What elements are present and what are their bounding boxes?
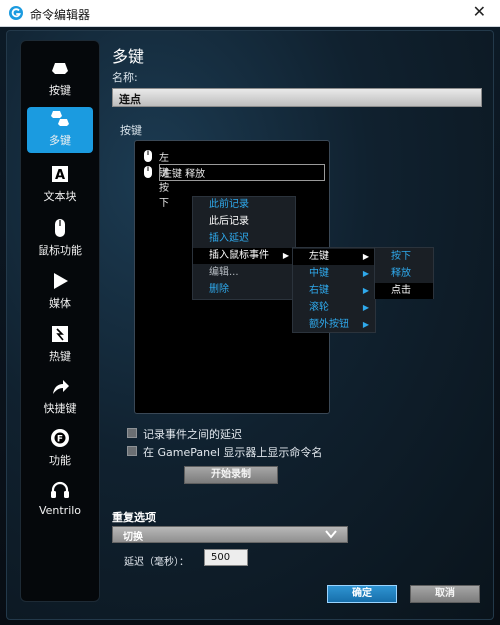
name-label: 名称: — [112, 71, 138, 84]
menu-item-label: 插入鼠标事件 — [209, 250, 269, 261]
sidebar-item-shortcut[interactable]: 快捷键 — [27, 375, 93, 421]
menu-item-label: 中键 — [309, 268, 329, 279]
play-icon — [54, 273, 68, 289]
submenu-arrow-icon: ▶ — [362, 286, 369, 295]
sidebar-item-label: Ventrilo — [38, 504, 82, 517]
menu-item-label: 右键 — [309, 285, 329, 296]
menu-item-middle-button[interactable]: 中键 ▶ — [293, 266, 375, 282]
menu-item-label: 释放 — [391, 268, 411, 279]
left-button-submenu: 按下 释放 点击 — [374, 247, 434, 299]
sidebar: 按键 多键 A 文本块 鼠标功能 媒体 热键 快捷键 F 功能 Ventrilo — [20, 40, 100, 602]
record-delay-label: 记录事件之间的延迟 — [143, 428, 242, 441]
menu-item-right-button[interactable]: 右键 ▶ — [293, 283, 375, 299]
event-label: 左键 释放 — [159, 164, 325, 181]
repeat-mode-select[interactable]: 切换 — [112, 526, 348, 543]
menu-item-label: 此后记录 — [209, 216, 249, 227]
ok-button[interactable]: 确定 — [327, 585, 397, 603]
hotkey-icon — [52, 326, 68, 342]
submenu-arrow-icon: ▶ — [362, 320, 369, 329]
keys-label: 按键 — [120, 124, 142, 137]
menu-item-label: 此前记录 — [209, 199, 249, 210]
sidebar-item-ventrilo[interactable]: Ventrilo — [27, 479, 93, 525]
function-gear-icon: F — [51, 429, 69, 447]
text-block-icon: A — [52, 166, 68, 183]
name-input[interactable]: 连点 — [112, 88, 482, 107]
context-menu: 此前记录 此后记录 插入延迟 插入鼠标事件 ▶ 编辑... 删除 — [192, 196, 296, 300]
multi-key-icon — [51, 111, 69, 126]
sidebar-item-label: 文本块 — [43, 190, 77, 203]
menu-item-label: 编辑... — [209, 267, 239, 278]
menu-item-label: 按下 — [391, 251, 411, 262]
headset-icon — [51, 481, 69, 498]
sidebar-item-hotkey[interactable]: 热键 — [27, 323, 93, 369]
sidebar-item-mouse[interactable]: 鼠标功能 — [27, 217, 93, 263]
menu-item-record-after[interactable]: 此后记录 — [193, 214, 295, 230]
record-delay-checkbox[interactable] — [127, 428, 137, 438]
chevron-down-icon — [325, 530, 337, 539]
menu-item-extra-buttons[interactable]: 额外按钮 ▶ — [293, 317, 375, 333]
menu-item-label: 插入延迟 — [209, 233, 249, 244]
sidebar-item-media[interactable]: 媒体 — [27, 270, 93, 316]
sidebar-item-label: 多键 — [49, 134, 71, 147]
menu-item-label: 左键 — [309, 251, 329, 262]
sidebar-item-function[interactable]: F 功能 — [27, 427, 93, 473]
delay-input[interactable]: 500 — [204, 549, 248, 566]
svg-text:A: A — [55, 168, 65, 183]
repeat-options-label: 重复选项 — [112, 511, 156, 524]
sidebar-item-label: 功能 — [49, 454, 71, 467]
window-title: 命令编辑器 — [30, 8, 91, 22]
submenu-arrow-icon: ▶ — [362, 269, 369, 278]
cancel-button[interactable]: 取消 — [410, 585, 480, 603]
title-bar: 命令编辑器 ✕ — [0, 0, 500, 27]
sidebar-item-label: 按键 — [49, 84, 71, 97]
menu-item-insert-delay[interactable]: 插入延迟 — [193, 231, 295, 247]
logitech-g-icon — [9, 6, 23, 20]
show-name-label: 在 GamePanel 显示器上显示命令名 — [143, 446, 323, 459]
menu-item-wheel[interactable]: 滚轮 ▶ — [293, 300, 375, 316]
menu-item-label: 额外按钮 — [309, 319, 349, 330]
sidebar-item-label: 鼠标功能 — [38, 244, 82, 257]
menu-item-press[interactable]: 按下 — [375, 249, 433, 265]
menu-item-label: 滚轮 — [309, 302, 329, 313]
sidebar-item-label: 快捷键 — [43, 402, 77, 415]
start-record-button[interactable]: 开始录制 — [184, 466, 278, 484]
mouse-icon — [144, 166, 152, 178]
submenu-arrow-icon: ▶ — [362, 252, 369, 261]
sidebar-item-label: 热键 — [49, 350, 71, 363]
mouse-icon — [55, 219, 65, 237]
close-button[interactable]: ✕ — [473, 2, 486, 21]
shortcut-arrow-icon — [53, 380, 69, 394]
menu-item-label: 点击 — [391, 285, 411, 296]
key-icon — [52, 63, 68, 74]
sidebar-item-multikey[interactable]: 多键 — [27, 107, 93, 153]
sidebar-item-label: 媒体 — [49, 297, 71, 310]
menu-item-delete[interactable]: 删除 — [193, 282, 295, 298]
submenu-arrow-icon: ▶ — [282, 251, 289, 260]
menu-item-label: 删除 — [209, 284, 229, 295]
menu-item-edit[interactable]: 编辑... — [193, 265, 295, 281]
svg-text:F: F — [57, 435, 63, 445]
page-title: 多键 — [112, 47, 145, 66]
menu-item-release[interactable]: 释放 — [375, 266, 433, 282]
sidebar-item-key[interactable]: 按键 — [27, 57, 93, 103]
menu-item-record-before[interactable]: 此前记录 — [193, 197, 295, 213]
mouse-icon — [144, 150, 152, 162]
menu-item-click[interactable]: 点击 — [375, 283, 433, 299]
mouse-button-submenu: 左键 ▶ 中键 ▶ 右键 ▶ 滚轮 ▶ 额外按钮 ▶ — [292, 247, 376, 333]
menu-item-insert-mouse-event[interactable]: 插入鼠标事件 ▶ — [193, 248, 295, 264]
submenu-arrow-icon: ▶ — [362, 303, 369, 312]
delay-label: 延迟（毫秒）： — [124, 557, 189, 568]
menu-item-left-button[interactable]: 左键 ▶ — [293, 249, 375, 265]
repeat-mode-value: 切换 — [123, 532, 143, 543]
show-name-checkbox[interactable] — [127, 446, 137, 456]
sidebar-item-textblock[interactable]: A 文本块 — [27, 163, 93, 209]
